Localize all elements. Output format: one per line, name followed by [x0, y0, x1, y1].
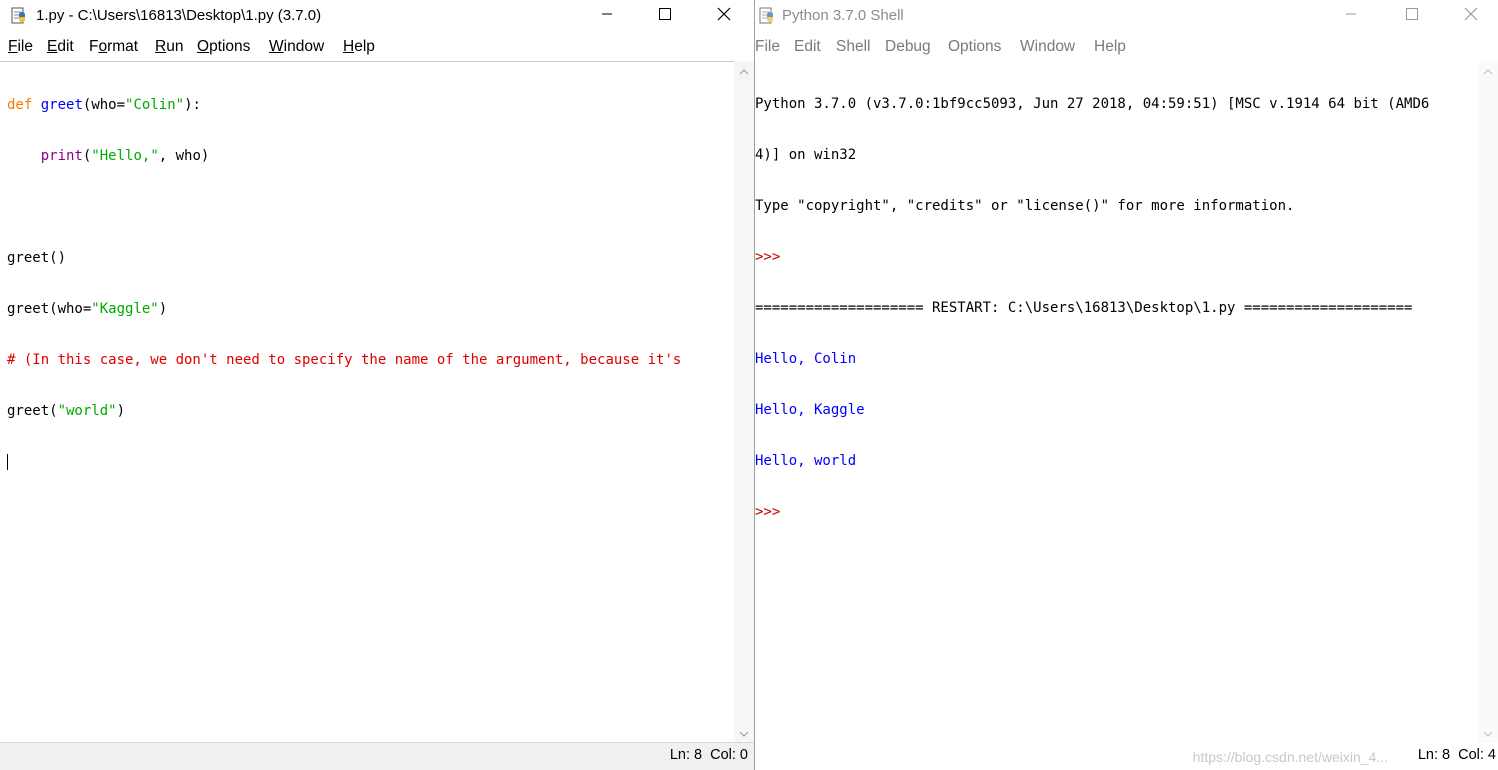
code-text: ) [116, 403, 126, 419]
editor-statusbar: Ln: 8 Col: 0 [0, 742, 754, 770]
menu-edit[interactable]: Edit [47, 38, 74, 56]
code-line: # (In this case, we don't need to specif… [7, 352, 681, 369]
menu-help[interactable]: Help [1094, 38, 1126, 56]
maximize-icon [1406, 7, 1418, 25]
menu-window[interactable]: Window [269, 38, 324, 56]
code-line [7, 454, 681, 471]
shell-scrollbar[interactable] [1478, 61, 1498, 743]
menu-run[interactable]: Run [155, 38, 183, 56]
chevron-up-icon[interactable] [738, 65, 750, 77]
menu-window[interactable]: Window [1020, 38, 1075, 56]
code-text: greet() [7, 250, 67, 266]
close-icon [717, 7, 731, 26]
banner-line: 4)] on win32 [755, 147, 857, 163]
minimize-button[interactable] [1322, 0, 1380, 32]
maximize-button[interactable] [636, 0, 694, 32]
banner-line: Python 3.7.0 (v3.7.0:1bf9cc5093, Jun 27 … [755, 96, 1430, 112]
string-literal: "world" [57, 403, 117, 419]
close-button[interactable] [1442, 0, 1498, 32]
code-text: greet(who= [7, 301, 92, 317]
editor-title: 1.py - C:\Users\16813\Desktop\1.py (3.7.… [36, 7, 322, 24]
menu-options[interactable]: Options [948, 38, 1001, 56]
comment: # (In this case, we don't need to specif… [7, 352, 682, 368]
shell-titlebar[interactable]: Python 3.7.0 Shell [755, 0, 1498, 32]
shell-output: Python 3.7.0 (v3.7.0:1bf9cc5093, Jun 27 … [755, 62, 1429, 555]
menu-format[interactable]: Format [89, 38, 138, 56]
chevron-down-icon[interactable] [738, 727, 750, 739]
string-literal: "Hello," [91, 148, 159, 164]
shell-title: Python 3.7.0 Shell [782, 7, 904, 24]
editor-menubar: File Edit Format Run Options Window Help [0, 36, 754, 58]
minimize-icon [1345, 7, 1357, 25]
shell-prompt: >>> [755, 249, 781, 265]
shell-menubar: File Edit Shell Debug Options Window Hel… [755, 36, 1498, 58]
code-line: greet() [7, 250, 681, 267]
menu-shell[interactable]: Shell [836, 38, 870, 56]
keyword: def [7, 97, 33, 113]
text-cursor [7, 454, 8, 470]
restart-line: ==================== RESTART: C:\Users\1… [755, 300, 1413, 316]
code-text: ): [184, 97, 201, 113]
editor-text-area[interactable]: def greet(who="Colin"): print("Hello,", … [0, 61, 734, 743]
cursor-position: Ln: 8 Col: 4 [1417, 747, 1496, 763]
menu-options[interactable]: Options [197, 38, 250, 56]
banner-line: Type "copyright", "credits" or "license(… [755, 198, 1295, 214]
maximize-icon [659, 7, 671, 25]
string-literal: "Colin" [125, 97, 185, 113]
editor-titlebar[interactable]: 1.py - C:\Users\16813\Desktop\1.py (3.7.… [0, 0, 754, 32]
string-literal: "Kaggle" [91, 301, 159, 317]
code-line: print("Hello,", who) [7, 148, 681, 165]
code-line: def greet(who="Colin"): [7, 97, 681, 114]
menu-file[interactable]: File [8, 38, 33, 56]
builtin: print [40, 148, 83, 164]
close-icon [1464, 7, 1478, 26]
shell-statusbar: https://blog.csdn.net/weixin_4... Ln: 8 … [755, 743, 1498, 770]
menu-debug[interactable]: Debug [885, 38, 931, 56]
code-text: (who= [82, 97, 126, 113]
editor-scrollbar[interactable] [734, 61, 754, 743]
chevron-up-icon[interactable] [1482, 65, 1494, 77]
output-line: Hello, Kaggle [755, 402, 865, 418]
output-line: Hello, Colin [755, 351, 857, 367]
shell-prompt: >>> [755, 504, 781, 520]
watermark: https://blog.csdn.net/weixin_4... [1192, 749, 1388, 765]
code-text: ) [158, 301, 168, 317]
minimize-icon [601, 7, 613, 25]
chevron-down-icon[interactable] [1482, 727, 1494, 739]
code-block: def greet(who="Colin"): print("Hello,", … [7, 63, 681, 505]
python-idle-icon [10, 7, 28, 25]
output-line: Hello, world [755, 453, 857, 469]
menu-help[interactable]: Help [343, 38, 375, 56]
code-line: greet("world") [7, 403, 681, 420]
menu-file[interactable]: File [755, 38, 780, 56]
code-text: , who) [158, 148, 210, 164]
maximize-button[interactable] [1383, 0, 1441, 32]
code-text: greet( [7, 403, 58, 419]
menu-edit[interactable]: Edit [794, 38, 821, 56]
editor-window: 1.py - C:\Users\16813\Desktop\1.py (3.7.… [0, 0, 755, 770]
close-button[interactable] [695, 0, 753, 32]
shell-window: Python 3.7.0 Shell File Edit Shell Debug… [755, 0, 1498, 770]
shell-text-area[interactable]: Python 3.7.0 (v3.7.0:1bf9cc5093, Jun 27 … [755, 61, 1478, 743]
minimize-button[interactable] [578, 0, 636, 32]
python-idle-icon [758, 7, 776, 25]
function-name: greet [40, 97, 83, 113]
code-line: greet(who="Kaggle") [7, 301, 681, 318]
cursor-position: Ln: 8 Col: 0 [669, 747, 748, 763]
